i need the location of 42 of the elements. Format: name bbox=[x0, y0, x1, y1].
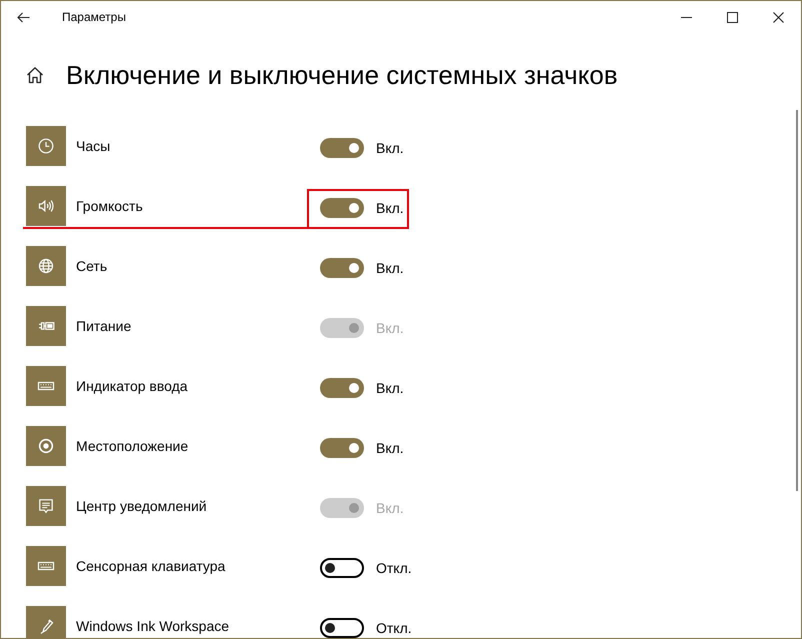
item-label: Громкость bbox=[76, 196, 144, 216]
keyboard-icon bbox=[26, 546, 66, 586]
keyboard-icon bbox=[26, 366, 66, 406]
item-label: Местоположение bbox=[76, 436, 190, 456]
globe-icon bbox=[26, 246, 66, 286]
battery-with-plug-icon bbox=[26, 306, 66, 346]
home-button[interactable] bbox=[26, 66, 44, 84]
item-label: Питание bbox=[76, 316, 132, 336]
toggle-state: Вкл. bbox=[376, 378, 404, 398]
speaker-icon bbox=[26, 186, 66, 226]
toggle-switch[interactable] bbox=[320, 198, 364, 218]
item-label: Сенсорная клавиатура bbox=[76, 556, 226, 576]
toggle-state: Вкл. bbox=[376, 258, 404, 278]
window-title: Параметры bbox=[62, 9, 126, 26]
toggle-switch[interactable] bbox=[320, 618, 364, 638]
toggle-state: Вкл. bbox=[376, 198, 404, 218]
toggle-state: Вкл. bbox=[376, 498, 404, 518]
toggle-switch[interactable] bbox=[320, 258, 364, 278]
toggle-state: Вкл. bbox=[376, 138, 404, 158]
maximize-icon bbox=[726, 12, 738, 22]
scrollbar[interactable] bbox=[796, 110, 798, 491]
item-label: Windows Ink Workspace bbox=[76, 616, 230, 636]
toggle-state: Вкл. bbox=[376, 318, 404, 338]
home-icon bbox=[26, 66, 44, 84]
back-arrow-icon bbox=[16, 12, 30, 22]
toggle-switch[interactable] bbox=[320, 558, 364, 578]
toggle-state: Откл. bbox=[376, 618, 412, 638]
toggle-state: Вкл. bbox=[376, 438, 404, 458]
close-icon bbox=[772, 12, 784, 22]
message-icon bbox=[26, 486, 66, 526]
minimize-icon bbox=[680, 16, 692, 18]
item-label: Сеть bbox=[76, 256, 108, 276]
item-label: Индикатор ввода bbox=[76, 376, 189, 396]
toggle-switch[interactable] bbox=[320, 378, 364, 398]
target-icon bbox=[26, 426, 66, 466]
toggle-switch[interactable] bbox=[320, 438, 364, 458]
toggle-switch[interactable] bbox=[320, 138, 364, 158]
item-label: Центр уведомлений bbox=[76, 496, 208, 516]
toggle-state: Откл. bbox=[376, 558, 412, 578]
page-title: Включение и выключение системных значков bbox=[66, 62, 618, 88]
item-label: Часы bbox=[76, 136, 112, 156]
clock-icon bbox=[26, 126, 66, 166]
